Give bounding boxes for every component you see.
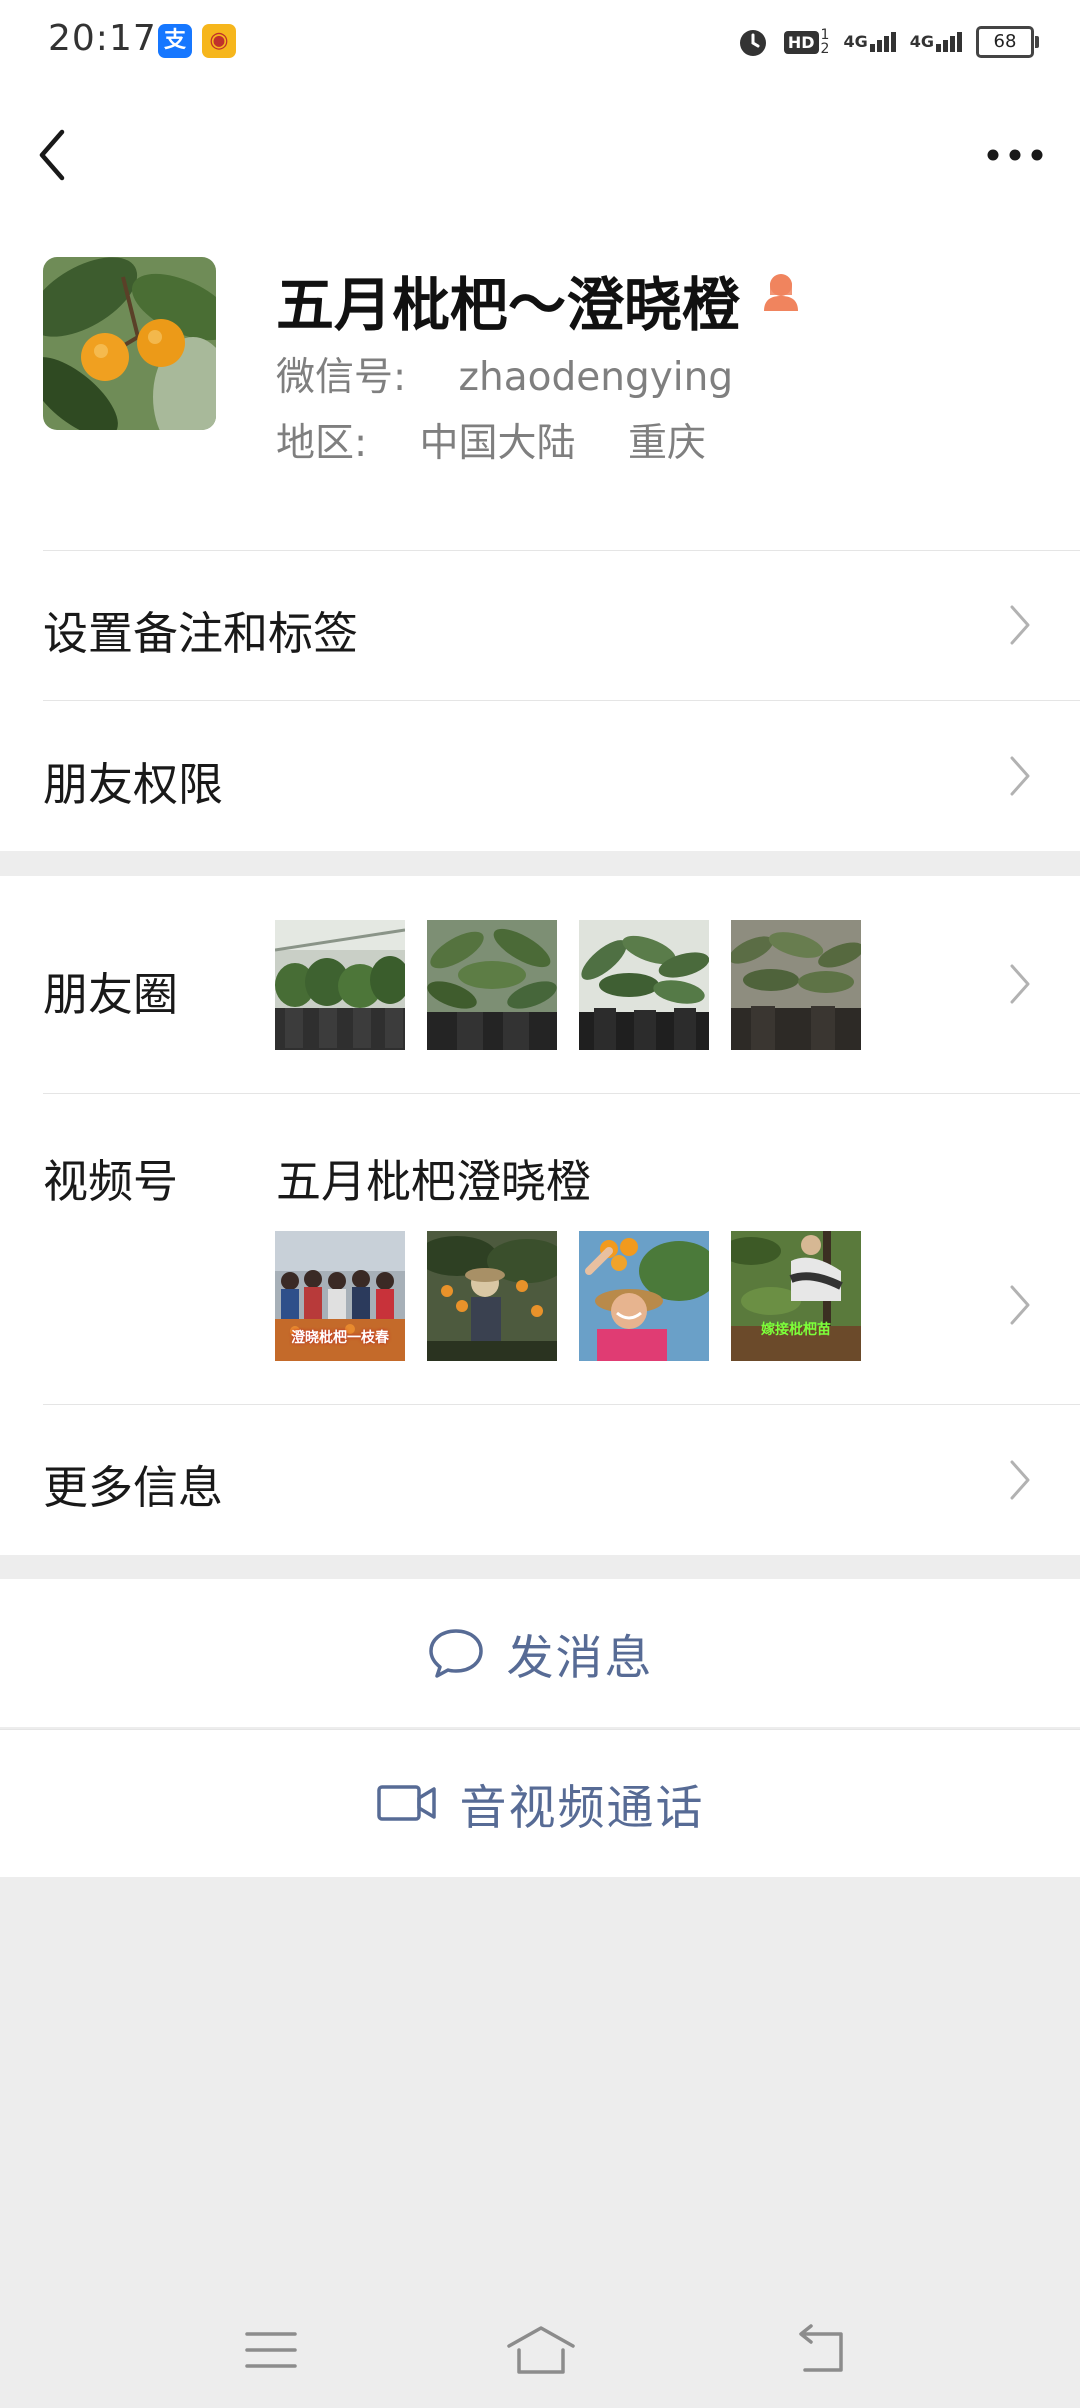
divider	[43, 1404, 1080, 1405]
status-time: 20:17	[48, 18, 157, 59]
region-country: 中国大陆	[419, 421, 576, 466]
region-city: 重庆	[627, 421, 706, 466]
alarm-icon	[739, 30, 766, 56]
moments-thumbnail	[579, 920, 709, 1050]
chevron-left-icon[interactable]	[30, 120, 80, 190]
system-nav-bar	[0, 2290, 1080, 2408]
wechat-id-line: 微信号: zhaodengying	[276, 346, 733, 402]
chat-bubble-icon	[428, 1629, 483, 1678]
home-icon[interactable]	[505, 2320, 577, 2380]
more-dots-icon[interactable]	[980, 130, 1050, 180]
more-info-label: 更多信息	[43, 1461, 224, 1514]
alipay-icon: 支	[158, 24, 192, 58]
wechat-id: zhaodengying	[458, 355, 734, 400]
channel-thumbnail: 澄晓枇杷一枝春	[275, 1231, 405, 1361]
divider	[43, 1093, 1080, 1094]
moments-row[interactable]: 朋友圈	[0, 876, 1080, 1093]
chevron-right-icon	[1010, 1285, 1030, 1325]
avatar[interactable]	[43, 257, 216, 430]
region-line: 地区: 中国大陆 重庆	[276, 412, 706, 468]
back-icon[interactable]	[793, 2320, 853, 2380]
app-badge-icon: ◉	[202, 24, 236, 58]
send-message-label: 发消息	[506, 1630, 654, 1686]
channels-label: 视频号	[43, 1155, 179, 1208]
channel-thumbnail-caption: 嫁接枇杷苗	[761, 1322, 831, 1338]
chevron-right-icon	[1010, 756, 1030, 796]
divider	[43, 700, 1080, 701]
moments-label: 朋友圈	[43, 968, 179, 1021]
region-label: 地区:	[276, 421, 368, 466]
moments-thumbnail	[427, 920, 557, 1050]
send-message-button[interactable]: 发消息	[0, 1579, 1080, 1727]
profile-name: 五月枇杷～澄晓橙	[276, 271, 741, 339]
moments-thumbnail	[275, 920, 405, 1050]
more-info-row[interactable]: 更多信息	[0, 1404, 1080, 1555]
hd-icon: HD 12	[783, 28, 829, 56]
channels-name: 五月枇杷澄晓橙	[276, 1155, 592, 1208]
channel-thumbnail	[579, 1231, 709, 1361]
channel-thumbnail	[427, 1231, 557, 1361]
menu-icon[interactable]	[241, 2320, 301, 2380]
video-call-label: 音视频通话	[459, 1780, 705, 1836]
remark-tags-label: 设置备注和标签	[43, 607, 359, 660]
female-person-icon	[764, 274, 798, 311]
signal-4g-icon: 4G	[910, 32, 962, 52]
chevron-right-icon	[1010, 605, 1030, 645]
remark-tags-row[interactable]: 设置备注和标签	[0, 550, 1080, 700]
video-camera-icon	[376, 1785, 436, 1821]
chevron-right-icon	[1010, 1460, 1030, 1500]
status-indicators: HD 12 4G 4G 68	[736, 22, 1039, 62]
channels-row[interactable]: 视频号 五月枇杷澄晓橙 澄晓枇杷一枝春 嫁接枇杷苗	[0, 1093, 1080, 1404]
video-call-button[interactable]: 音视频通话	[0, 1729, 1080, 1877]
friend-permissions-label: 朋友权限	[43, 758, 224, 811]
signal-4g-icon: 4G	[843, 32, 896, 52]
friend-permissions-row[interactable]: 朋友权限	[0, 700, 1080, 851]
channel-thumbnail-caption: 澄晓枇杷一枝春	[291, 1330, 389, 1346]
battery-icon: 68	[976, 26, 1039, 58]
moments-thumbnail	[731, 920, 861, 1050]
channel-thumbnail: 嫁接枇杷苗	[731, 1231, 861, 1361]
chevron-right-icon	[1010, 964, 1030, 1004]
status-bar: 20:17 支 ◉ HD 12 4G 4G 68	[0, 0, 1080, 82]
wechat-id-label: 微信号:	[276, 355, 407, 400]
divider	[43, 550, 1080, 551]
